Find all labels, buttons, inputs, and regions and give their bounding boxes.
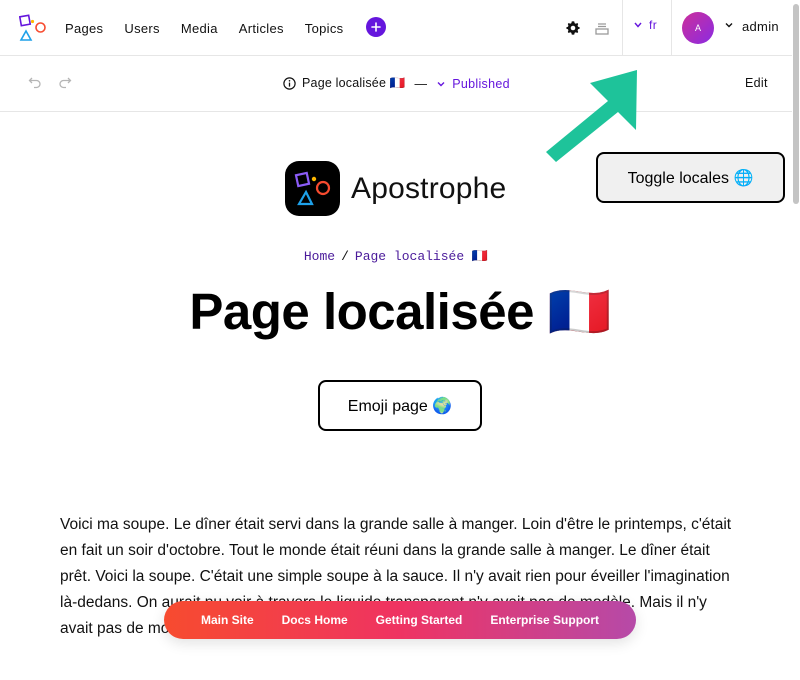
page-title: Page localisée 🇫🇷 (189, 283, 611, 340)
document-title: Page localisée 🇫🇷 (302, 76, 406, 90)
chevron-down-icon[interactable] (436, 79, 446, 89)
nav-item-articles[interactable]: Articles (239, 21, 284, 36)
add-button[interactable] (366, 17, 386, 37)
publish-status-dropdown[interactable]: Published (452, 77, 510, 91)
gear-icon[interactable] (565, 20, 581, 36)
footer-link-enterprise-support[interactable]: Enterprise Support (490, 613, 599, 627)
footer-nav: Main Site Docs Home Getting Started Ente… (164, 601, 636, 639)
chevron-down-icon (634, 22, 642, 28)
locale-label: fr (649, 18, 658, 32)
main-nav: Pages Users Media Articles Topics (65, 0, 364, 56)
avatar-initial: A (694, 23, 701, 33)
footer-link-docs-home[interactable]: Docs Home (282, 613, 348, 627)
locale-switcher[interactable]: fr (634, 18, 657, 32)
footer-link-getting-started[interactable]: Getting Started (376, 613, 463, 627)
document-status: Page localisée 🇫🇷 — Published (283, 76, 510, 91)
annotation-arrow-icon (546, 70, 637, 162)
edit-button[interactable]: Edit (745, 76, 768, 90)
undo-icon[interactable] (28, 75, 42, 89)
nav-item-media[interactable]: Media (181, 21, 218, 36)
footer-link-main-site[interactable]: Main Site (201, 613, 254, 627)
site-brand[interactable]: Apostrophe (285, 161, 506, 216)
redo-icon[interactable] (58, 75, 72, 89)
context-bar: Page localisée 🇫🇷 — Published Edit (0, 56, 792, 112)
divider (622, 0, 623, 56)
apostrophe-logo-icon[interactable] (19, 14, 47, 42)
nav-item-users[interactable]: Users (124, 21, 159, 36)
breadcrumb-home[interactable]: Home (304, 249, 335, 264)
apostrophe-logo-icon (285, 161, 340, 216)
plus-icon (371, 22, 381, 32)
brand-shapes-icon (294, 171, 330, 205)
brand-name: Apostrophe (351, 171, 507, 205)
breadcrumb-current[interactable]: Page localisée 🇫🇷 (355, 249, 488, 264)
nav-item-topics[interactable]: Topics (305, 21, 344, 36)
separator: — (414, 76, 428, 91)
info-icon[interactable] (283, 77, 296, 90)
avatar[interactable]: A (682, 12, 714, 44)
chevron-down-icon[interactable] (724, 20, 734, 30)
user-menu[interactable]: admin (742, 19, 779, 34)
nav-item-pages[interactable]: Pages (65, 21, 103, 36)
admin-bar: Pages Users Media Articles Topics fr A a… (0, 0, 792, 56)
emoji-page-button[interactable]: Emoji page 🌍 (318, 380, 482, 431)
divider (671, 0, 672, 56)
breadcrumb-separator: / (341, 249, 349, 264)
scrollbar-thumb[interactable] (793, 4, 799, 204)
breadcrumb: Home / Page localisée 🇫🇷 (0, 249, 792, 264)
tray-icon[interactable] (594, 20, 610, 36)
